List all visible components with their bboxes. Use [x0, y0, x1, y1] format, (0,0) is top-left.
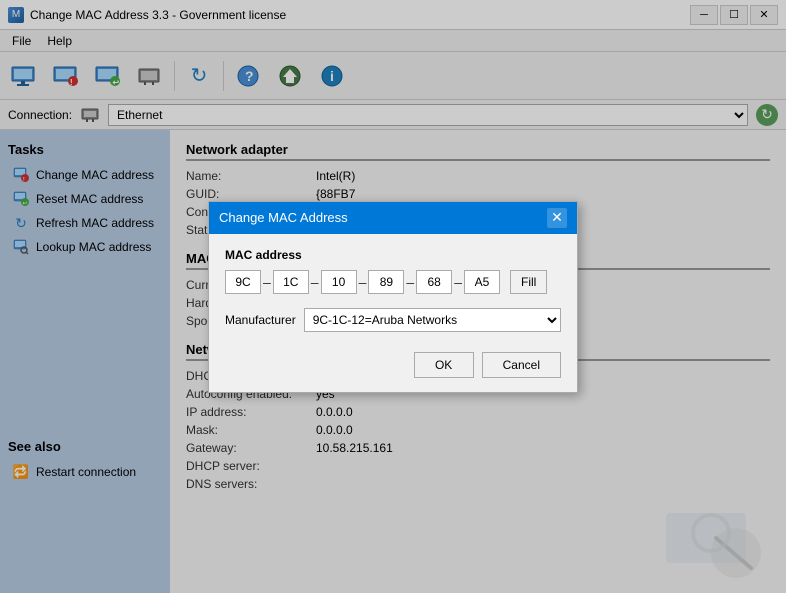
mac-sep-2: – [311, 274, 319, 290]
change-mac-dialog: Change MAC Address ✕ MAC address – – – –… [208, 201, 578, 393]
manufacturer-label: Manufacturer [225, 313, 296, 327]
mac-sep-4: – [406, 274, 414, 290]
dialog-overlay: Change MAC Address ✕ MAC address – – – –… [0, 0, 786, 593]
mac-field-1[interactable] [225, 270, 261, 294]
ok-button[interactable]: OK [414, 352, 474, 378]
mac-inputs-row: – – – – – Fill [225, 270, 561, 294]
mac-sep-5: – [454, 274, 462, 290]
mac-field-5[interactable] [416, 270, 452, 294]
mac-field-2[interactable] [273, 270, 309, 294]
dialog-title: Change MAC Address [219, 210, 348, 225]
manufacturer-dropdown[interactable]: 9C-1C-12=Aruba Networks [304, 308, 561, 332]
mac-field-3[interactable] [321, 270, 357, 294]
dialog-title-bar: Change MAC Address ✕ [209, 202, 577, 234]
mac-sep-3: – [359, 274, 367, 290]
manufacturer-row: Manufacturer 9C-1C-12=Aruba Networks [225, 308, 561, 332]
mac-address-dialog-label: MAC address [225, 248, 561, 262]
dialog-buttons: OK Cancel [225, 348, 561, 378]
mac-sep-1: – [263, 274, 271, 290]
mac-field-4[interactable] [368, 270, 404, 294]
dialog-body: MAC address – – – – – Fill Manufacturer [209, 234, 577, 392]
dialog-close-button[interactable]: ✕ [547, 208, 567, 228]
cancel-button[interactable]: Cancel [482, 352, 561, 378]
mac-field-6[interactable] [464, 270, 500, 294]
fill-button[interactable]: Fill [510, 270, 547, 294]
